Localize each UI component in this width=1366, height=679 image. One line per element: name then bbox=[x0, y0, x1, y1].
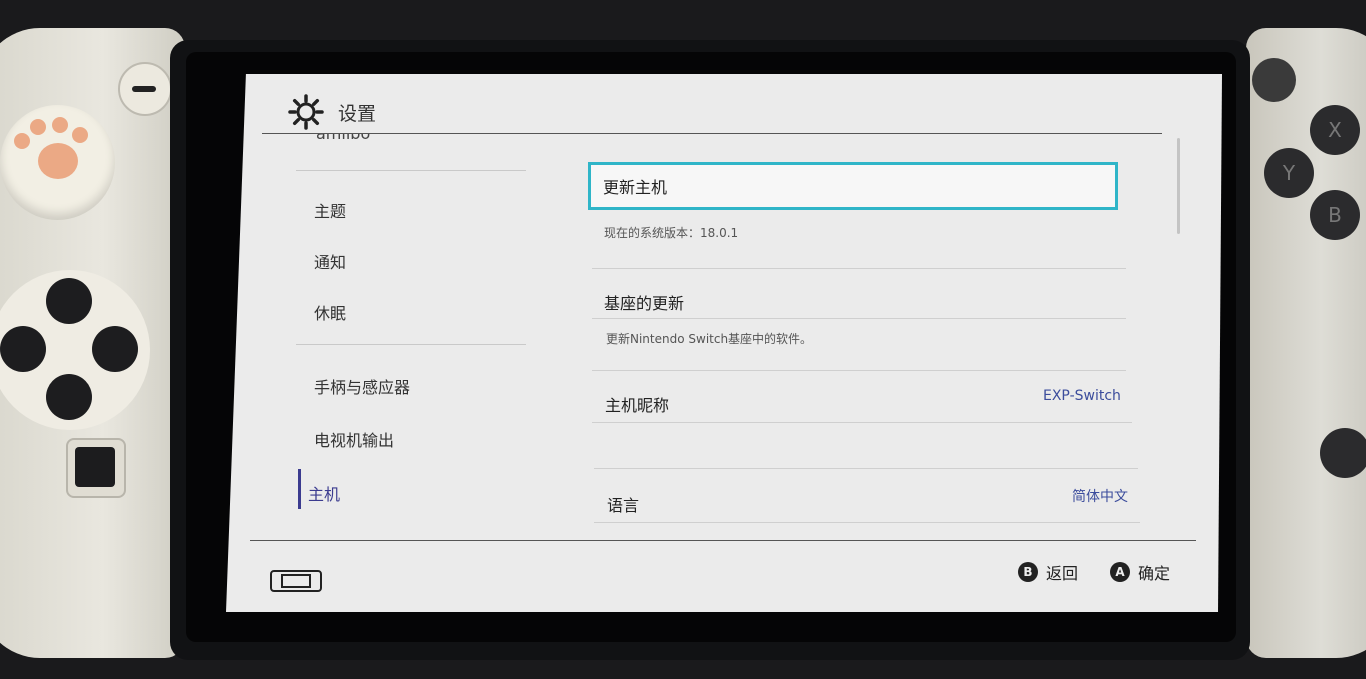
dock-update-description: 更新Nintendo Switch基座中的软件。 bbox=[606, 332, 813, 346]
sidebar-item-sleep[interactable]: 休眠 bbox=[314, 300, 346, 324]
sidebar-divider bbox=[296, 170, 526, 171]
language-button[interactable]: 语言 bbox=[607, 492, 639, 516]
back-button[interactable]: B 返回 bbox=[1018, 560, 1078, 584]
sidebar-item-controllers-sensors[interactable]: 手柄与感应器 bbox=[314, 374, 410, 398]
confirm-button[interactable]: A 确定 bbox=[1110, 560, 1170, 584]
confirm-label: 确定 bbox=[1138, 564, 1171, 583]
list-divider bbox=[592, 318, 1126, 319]
settings-screen: 设置 amiibo 主题 通知 休眠 手柄与感应器 电视机输出 主机 更新主机 … bbox=[226, 74, 1222, 612]
scrollbar[interactable] bbox=[1177, 138, 1180, 234]
settings-sidebar: amiibo 主题 通知 休眠 手柄与感应器 电视机输出 主机 bbox=[296, 134, 526, 556]
dpad-left bbox=[0, 326, 46, 372]
sidebar-item-amiibo-cutoff[interactable]: amiibo bbox=[316, 134, 376, 148]
dpad-up bbox=[46, 278, 92, 324]
gear-icon bbox=[288, 94, 324, 130]
list-divider bbox=[594, 522, 1140, 523]
y-button: Y bbox=[1264, 148, 1314, 198]
list-divider bbox=[592, 268, 1126, 269]
header-divider bbox=[262, 133, 1162, 134]
minus-button bbox=[118, 62, 172, 116]
sidebar-item-theme[interactable]: 主题 bbox=[314, 198, 346, 222]
update-console-button[interactable]: 更新主机 bbox=[588, 162, 1118, 210]
back-label: 返回 bbox=[1046, 564, 1079, 583]
plus-button bbox=[1252, 58, 1296, 102]
list-divider bbox=[594, 468, 1138, 469]
paw-toe bbox=[14, 133, 30, 149]
paw-toe bbox=[72, 127, 88, 143]
footer-divider bbox=[250, 540, 1196, 541]
paw-main-pad bbox=[38, 143, 78, 179]
list-divider bbox=[592, 422, 1132, 423]
update-console-label: 更新主机 bbox=[603, 178, 668, 197]
page-header: 设置 bbox=[288, 92, 376, 132]
sidebar-item-notifications[interactable]: 通知 bbox=[314, 249, 346, 273]
sidebar-active-indicator bbox=[298, 469, 301, 509]
x-button: X bbox=[1310, 105, 1360, 155]
list-divider bbox=[592, 370, 1126, 371]
left-stick-paw-cap bbox=[0, 105, 115, 220]
system-version-text: 现在的系统版本：18.0.1 bbox=[604, 226, 739, 240]
b-key-icon: B bbox=[1018, 562, 1038, 582]
dpad-right bbox=[92, 326, 138, 372]
sidebar-item-tv-output[interactable]: 电视机输出 bbox=[314, 427, 394, 451]
sidebar-divider bbox=[296, 344, 526, 345]
a-key-icon: A bbox=[1110, 562, 1130, 582]
console-nickname-button[interactable]: 主机昵称 bbox=[605, 392, 669, 416]
b-button: B bbox=[1310, 190, 1360, 240]
sidebar-item-system[interactable]: 主机 bbox=[308, 481, 340, 505]
dock-update-button[interactable]: 基座的更新 bbox=[604, 290, 684, 314]
language-value: 简体中文 bbox=[1072, 489, 1128, 505]
paw-toe bbox=[30, 119, 46, 135]
page-title: 设置 bbox=[338, 102, 377, 125]
console-nickname-value: EXP-Switch bbox=[1043, 388, 1121, 404]
console-mode-icon bbox=[270, 570, 322, 592]
paw-toe bbox=[52, 117, 68, 133]
home-button bbox=[1320, 428, 1366, 478]
dpad-down bbox=[46, 374, 92, 420]
capture-button bbox=[66, 438, 126, 498]
